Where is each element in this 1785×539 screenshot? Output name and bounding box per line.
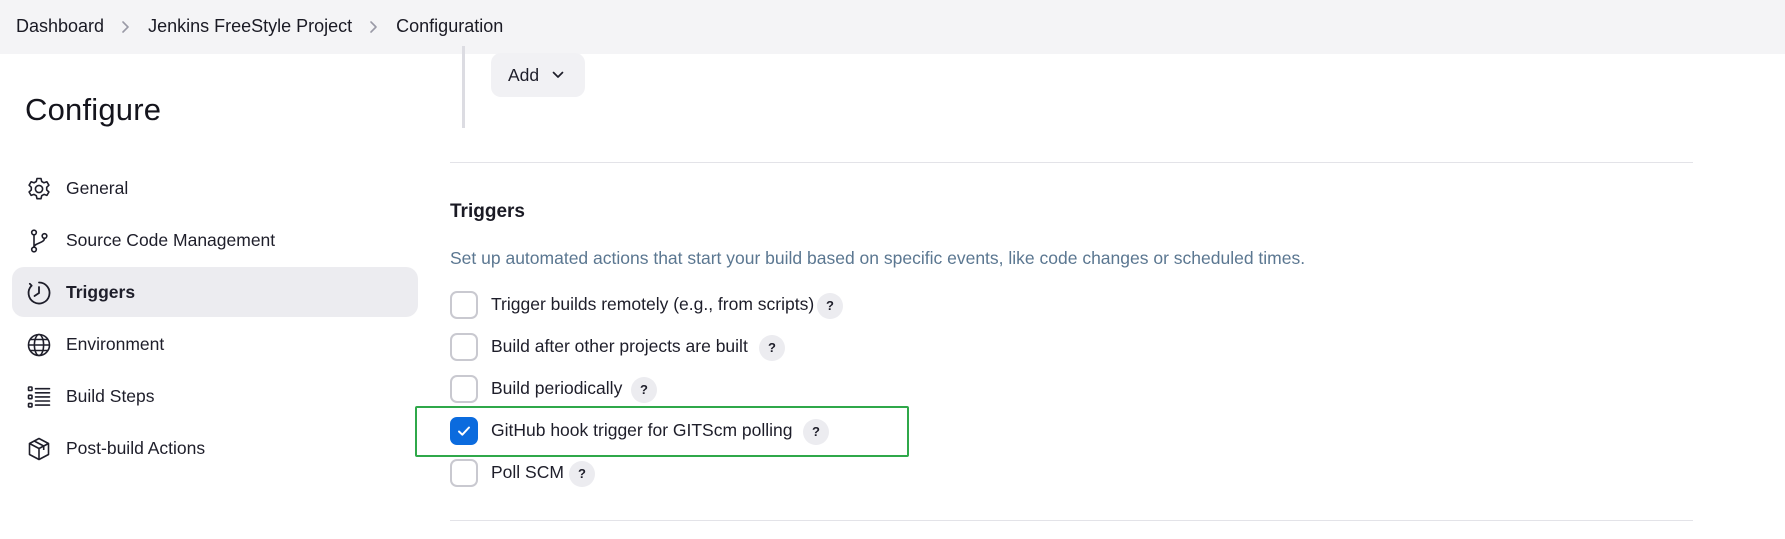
top-bar: Dashboard Jenkins FreeStyle Project Conf…	[0, 0, 1785, 54]
section-rail	[462, 46, 465, 128]
chevron-down-icon	[552, 71, 564, 78]
trigger-option-remote: Trigger builds remotely (e.g., from scri…	[450, 290, 850, 320]
sidebar-nav: General Source Code Management Triggers	[12, 163, 418, 475]
trigger-option-poll-scm: Poll SCM ?	[450, 458, 850, 488]
help-icon[interactable]: ?	[759, 335, 785, 361]
globe-icon	[26, 332, 52, 358]
sidebar-item-label: Triggers	[66, 282, 136, 302]
page-title: Configure	[25, 92, 162, 127]
sidebar-item-label: Environment	[66, 334, 165, 354]
chevron-right-icon	[352, 16, 396, 37]
sidebar-item-post-build-actions[interactable]: Post-build Actions	[12, 423, 418, 473]
sidebar-item-source-code-management[interactable]: Source Code Management	[12, 215, 418, 265]
sidebar-item-label: Source Code Management	[66, 230, 276, 250]
package-icon	[26, 436, 52, 462]
gear-icon	[26, 176, 52, 202]
help-icon[interactable]: ?	[817, 293, 843, 319]
sidebar-item-build-steps[interactable]: Build Steps	[12, 371, 418, 421]
add-button-label: Add	[508, 65, 540, 85]
section-description: Set up automated actions that start your…	[450, 248, 1306, 268]
sidebar-item-label: Build Steps	[66, 386, 155, 406]
help-icon[interactable]: ?	[631, 377, 657, 403]
sidebar-item-label: General	[66, 178, 129, 198]
option-label: GitHub hook trigger for GITScm polling	[491, 420, 793, 440]
breadcrumb-project[interactable]: Jenkins FreeStyle Project	[148, 16, 352, 37]
divider	[450, 520, 1693, 521]
checkbox-poll-scm[interactable]	[450, 459, 478, 487]
breadcrumb-configuration[interactable]: Configuration	[396, 16, 503, 37]
divider	[450, 162, 1693, 163]
option-label: Build after other projects are built	[491, 336, 748, 356]
chevron-right-icon	[104, 16, 148, 37]
checkbox-trigger-remotely[interactable]	[450, 291, 478, 319]
checkmark-icon	[458, 426, 470, 436]
trigger-option-periodically: Build periodically ?	[450, 374, 850, 404]
trigger-option-github-hook: GitHub hook trigger for GITScm polling ?	[450, 416, 850, 446]
branch-icon	[26, 228, 52, 254]
help-icon[interactable]: ?	[803, 419, 829, 445]
section-title-triggers: Triggers	[450, 201, 525, 222]
sidebar-item-label: Post-build Actions	[66, 438, 206, 458]
option-label: Trigger builds remotely (e.g., from scri…	[491, 294, 815, 314]
clock-icon	[26, 280, 52, 306]
breadcrumb: Dashboard Jenkins FreeStyle Project Conf…	[16, 16, 503, 37]
sidebar-item-general[interactable]: General	[12, 163, 418, 213]
list-icon	[26, 384, 52, 410]
help-icon[interactable]: ?	[569, 461, 595, 487]
trigger-option-after-other-projects: Build after other projects are built ?	[450, 332, 850, 362]
breadcrumb-dashboard[interactable]: Dashboard	[16, 16, 104, 37]
sidebar-item-environment[interactable]: Environment	[12, 319, 418, 369]
checkbox-build-after-other-projects[interactable]	[450, 333, 478, 361]
option-label: Poll SCM	[491, 462, 564, 482]
checkbox-github-hook-trigger[interactable]	[450, 417, 478, 445]
add-button[interactable]: Add	[491, 53, 585, 97]
checkbox-build-periodically[interactable]	[450, 375, 478, 403]
option-label: Build periodically	[491, 378, 623, 398]
sidebar-item-triggers[interactable]: Triggers	[12, 267, 418, 317]
